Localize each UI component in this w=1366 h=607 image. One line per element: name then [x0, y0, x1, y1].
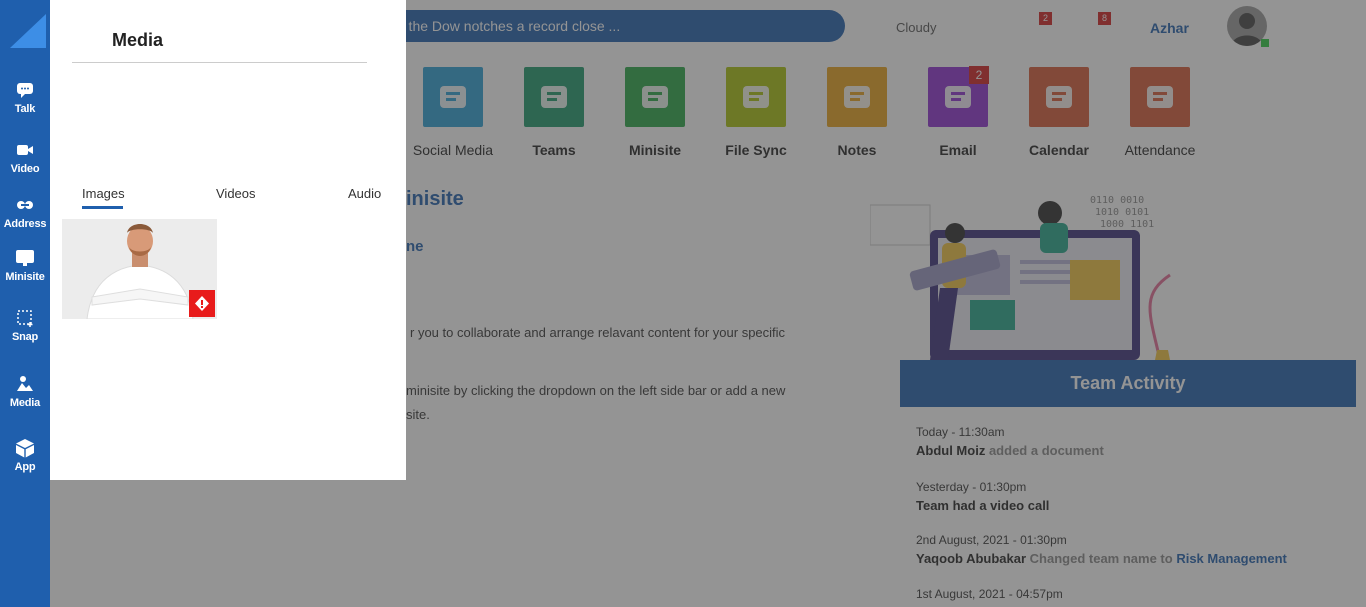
app-tile-file-sync[interactable]: [726, 67, 786, 127]
email-badge: 2: [969, 66, 989, 84]
activity-actor[interactable]: Abdul Moiz: [916, 443, 985, 458]
media-thumbnail[interactable]: [62, 219, 217, 319]
app-tile-calendar[interactable]: [1029, 67, 1089, 127]
team-activity-header: Team Activity: [900, 360, 1356, 407]
welcome-title: inisite: [406, 188, 464, 210]
weather-label: Cloudy: [896, 20, 937, 35]
address-icon: [17, 201, 33, 209]
notification-badge[interactable]: 8: [1098, 12, 1111, 25]
sidebar-item-snap[interactable]: Snap: [0, 308, 50, 343]
activity-time: 1st August, 2021 - 04:57pm: [916, 587, 1063, 601]
tab-images[interactable]: Images: [82, 186, 125, 201]
svg-text:1010 0101: 1010 0101: [1095, 207, 1149, 218]
divider: [72, 62, 367, 63]
sidebar: Talk Video Address Minisite Snap Media A…: [0, 0, 50, 607]
activity-target-link[interactable]: Risk Management: [1176, 551, 1287, 566]
activity-time: Yesterday - 01:30pm: [916, 480, 1027, 494]
sidebar-item-media[interactable]: Media: [0, 374, 50, 409]
ticker-text: r the Dow notches a record close ...: [400, 18, 621, 34]
sidebar-item-address[interactable]: Address: [0, 195, 50, 230]
welcome-text: minisite by clicking the dropdown on the…: [406, 383, 786, 398]
username[interactable]: Azhar: [1150, 20, 1189, 36]
sidebar-item-minisite[interactable]: Minisite: [0, 248, 50, 283]
welcome-subtitle: ne: [406, 238, 424, 255]
app-tile-teams[interactable]: [524, 67, 584, 127]
activity-action: added a document: [988, 443, 1104, 458]
sidebar-item-label: App: [14, 461, 36, 473]
sidebar-item-label: Snap: [11, 331, 39, 343]
team-icon: [541, 86, 567, 108]
file-sync-icon: [743, 86, 769, 108]
activity-time: 2nd August, 2021 - 01:30pm: [916, 533, 1067, 547]
sidebar-item-label: Minisite: [5, 271, 45, 283]
activity-text: Yaqoob Abubakar Changed team name to Ris…: [916, 551, 1287, 566]
online-status-indicator: [1261, 39, 1269, 47]
notes-icon: [844, 86, 870, 108]
app-tile-attendance[interactable]: [1130, 67, 1190, 127]
app-tile-minisite[interactable]: [625, 67, 685, 127]
sidebar-item-video[interactable]: Video: [0, 140, 50, 175]
media-icon: [17, 376, 33, 391]
welcome-text: r you to collaborate and arrange relavan…: [410, 325, 786, 340]
activity-time: Today - 11:30am: [916, 425, 1005, 439]
app-label[interactable]: Attendance: [1100, 142, 1220, 158]
sidebar-item-label: Media: [9, 397, 41, 409]
active-tab-indicator: [82, 206, 123, 209]
diamond-icon: [195, 296, 209, 311]
sidebar-item-label: Video: [10, 163, 40, 175]
video-icon: [17, 145, 33, 155]
svg-text:0110 0010: 0110 0010: [1090, 195, 1144, 206]
sidebar-item-talk[interactable]: Talk: [0, 80, 50, 115]
activity-text: Team had a video call: [916, 498, 1050, 513]
tab-audio[interactable]: Audio: [348, 186, 381, 201]
svg-text:1000 1101: 1000 1101: [1100, 219, 1154, 230]
app-tile-notes[interactable]: [827, 67, 887, 127]
app-icon: [16, 439, 34, 458]
welcome-text: site.: [406, 407, 430, 422]
logo: [10, 14, 46, 48]
calendar-icon: [1046, 86, 1072, 108]
sidebar-item-app[interactable]: App: [0, 438, 50, 473]
camera-icon: [440, 86, 466, 108]
activity-actor[interactable]: Yaqoob Abubakar: [916, 551, 1026, 566]
sidebar-item-label: Talk: [14, 103, 36, 115]
email-icon: [945, 86, 971, 108]
attendance-icon: [1147, 86, 1173, 108]
minisite-icon: [16, 250, 34, 266]
media-type-tag[interactable]: [189, 290, 215, 317]
tab-videos[interactable]: Videos: [216, 186, 256, 201]
activity-action: Changed team name to: [1029, 551, 1173, 566]
media-panel: Media Images Videos Audio: [50, 0, 406, 480]
snap-icon: [17, 310, 33, 327]
media-panel-title: Media: [112, 30, 164, 50]
activity-text: Abdul Moiz added a document: [916, 443, 1104, 458]
notification-badge[interactable]: 2: [1039, 12, 1052, 25]
chat-icon: [17, 83, 33, 98]
sidebar-item-label: Address: [3, 218, 47, 230]
monitor-icon: [642, 86, 668, 108]
app-tile-social-media[interactable]: [423, 67, 483, 127]
